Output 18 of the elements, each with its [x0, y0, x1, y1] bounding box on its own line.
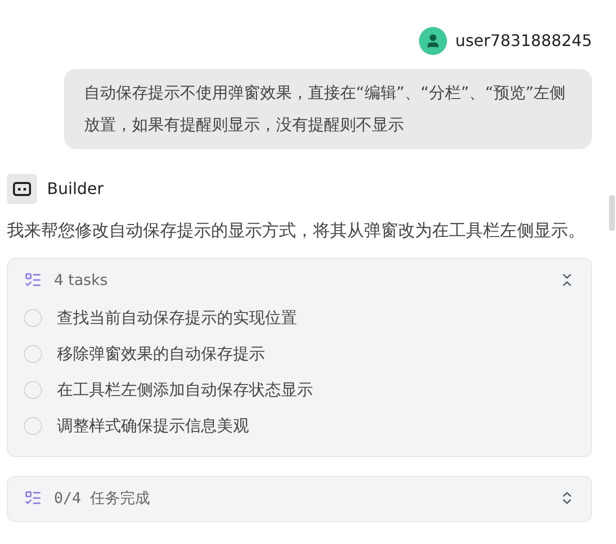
task-checkbox[interactable] — [24, 308, 42, 326]
assistant-message: 我来帮您修改自动保存提示的显示方式，将其从弹窗改为在工具栏左侧显示。 — [6, 220, 586, 243]
task-checkbox[interactable] — [24, 344, 42, 362]
task-label: 调整样式确保提示信息美观 — [57, 414, 249, 436]
task-label: 移除弹窗效果的自动保存提示 — [57, 342, 265, 364]
task-checkbox[interactable] — [24, 380, 42, 398]
task-checkbox[interactable] — [24, 416, 42, 434]
task-label: 查找当前自动保存提示的实现位置 — [57, 306, 297, 328]
checklist-icon — [24, 488, 42, 507]
username: user7831888245 — [455, 30, 592, 52]
scrollbar-thumb[interactable] — [609, 195, 615, 231]
task-card-title: 4 tasks — [54, 270, 109, 291]
user-message: 自动保存提示不使用弹窗效果，直接在“编辑”、“分栏”、“预览”左侧放置，如果有提醒则显示，没有提醒则不显示 — [64, 69, 592, 149]
robot-icon — [13, 182, 31, 196]
progress-title: 0/4 任务完成 — [54, 488, 152, 508]
task-label: 在工具栏左侧添加自动保存状态显示 — [57, 378, 313, 400]
assistant-name: Builder — [47, 178, 104, 200]
person-icon — [425, 33, 442, 49]
